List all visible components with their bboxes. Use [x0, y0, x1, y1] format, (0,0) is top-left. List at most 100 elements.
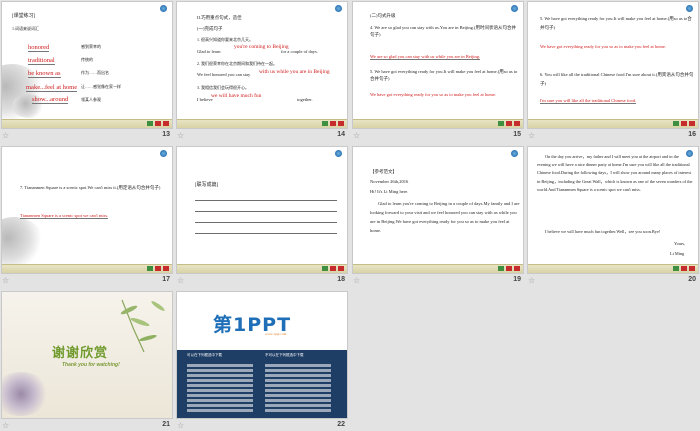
slide-21-canvas: 谢谢欣赏 Thank you for watching!: [2, 292, 172, 418]
writing-line: [195, 222, 337, 223]
slide-20-canvas: On the day you arrive，my father and I wi…: [528, 147, 698, 273]
favorite-star-icon[interactable]: ☆: [177, 421, 184, 430]
slide-13-header: [课堂练习]: [12, 14, 36, 19]
q4-prompt: 4. We are so glad you can stay with us.Y…: [370, 25, 516, 37]
ink-wash-decoration: [2, 217, 44, 269]
slide-number: 16: [688, 131, 696, 138]
slide-thumbnail-18[interactable]: [联写成篇] ☆ 18: [177, 147, 347, 289]
slide-footer-bar: [353, 264, 523, 273]
letter-sign-1: Yours,: [674, 241, 686, 246]
writing-line: [195, 200, 337, 201]
slide-thumbnail-13[interactable]: [课堂练习] 1.词语来说词汇 honored traditional be k…: [2, 2, 172, 144]
letter-body: Glad to learn you're coming to Beijing i…: [370, 201, 520, 233]
slide-15-canvas: (二)句式升级 4. We are so glad you can stay w…: [353, 2, 523, 128]
slide-22-canvas: 第1PPT www.1ppt.com 可以在下列框选中下载 不可以在下列框选中下…: [177, 292, 347, 418]
slide-15-sub: (二)句式升级: [370, 13, 396, 18]
slide-14-title: II.巧用重点句式，造佳: [197, 15, 242, 20]
slide-number: 15: [513, 131, 521, 138]
slide-number: 18: [337, 276, 345, 283]
favorite-star-icon[interactable]: ☆: [528, 131, 535, 140]
logo-icon: [335, 5, 342, 12]
letter-body: On the day you arrive，my father and I wi…: [537, 154, 693, 192]
logo-icon: [335, 150, 342, 157]
letter-greeting: Hi! It's Li Ming here.: [370, 189, 409, 194]
q1-line-a: Glad to learn: [197, 49, 221, 54]
blocked-link-list[interactable]: [265, 364, 331, 412]
slide-thumbnail-14[interactable]: II.巧用重点句式，造佳 (一)完成句子 1. 很高兴知道你要来北京几天。 yo…: [177, 2, 347, 144]
logo-icon: [160, 150, 167, 157]
vocab-cn-4: 让……感觉像在家一样: [81, 84, 121, 89]
letter-date: November 26th,2016: [370, 179, 409, 184]
thanks-subtitle: Thank you for watching!: [62, 362, 120, 368]
q1-prompt: 1. 很高兴知道你要来北京几天。: [197, 37, 253, 42]
slide-18-canvas: [联写成篇]: [177, 147, 347, 273]
slide-thumbnail-20[interactable]: On the day you arrive，my father and I wi…: [528, 147, 698, 289]
vocab-en-2: traditional: [28, 57, 55, 65]
allowed-label: 可以在下列框选中下载: [187, 353, 222, 357]
favorite-star-icon[interactable]: ☆: [177, 276, 184, 285]
slide-number: 13: [162, 131, 170, 138]
brand-url: www.1ppt.com: [265, 332, 287, 336]
vocab-en-4: make...feel at home: [26, 84, 78, 92]
slide-13-sub: 1.词语来说词汇: [12, 26, 39, 31]
slide-footer-bar: [2, 119, 172, 128]
logo-icon: [511, 150, 518, 157]
favorite-star-icon[interactable]: ☆: [353, 131, 360, 140]
vocab-cn-1: 感到荣幸的: [81, 44, 101, 49]
q3-line-b: together.: [297, 97, 313, 102]
blocked-label: 不可以在下列框选中下载: [265, 353, 304, 357]
q2-prompt: 2. 我们很荣幸你在北京期间和我们待在一起。: [197, 61, 277, 66]
favorite-star-icon[interactable]: ☆: [2, 131, 9, 140]
vocab-en-1: honored: [28, 44, 50, 52]
slide-thumbnail-16[interactable]: 5. We have got everything ready for you.…: [528, 2, 698, 144]
logo-icon: [160, 5, 167, 12]
favorite-star-icon[interactable]: ☆: [2, 421, 9, 430]
favorite-star-icon[interactable]: ☆: [177, 131, 184, 140]
slide-thumbnail-17[interactable]: 7. Tiananmen Square is a scenic spot.We …: [2, 147, 172, 289]
slide-footer-bar: [177, 119, 347, 128]
slide-16-canvas: 5. We have got everything ready for you.…: [528, 2, 698, 128]
slide-13-canvas: [课堂练习] 1.词语来说词汇 honored traditional be k…: [2, 2, 172, 128]
slide-footer-bar: [2, 264, 172, 273]
allowed-link-list[interactable]: [187, 364, 253, 412]
slide-thumbnail-19[interactable]: 【参考范文】 November 26th,2016 Hi! It's Li Mi…: [353, 147, 523, 289]
slide-17-canvas: 7. Tiananmen Square is a scenic spot.We …: [2, 147, 172, 273]
q4-answer: We are so glad you can stay with us whil…: [370, 54, 481, 60]
slide-thumbnail-22[interactable]: 第1PPT www.1ppt.com 可以在下列框选中下载 不可以在下列框选中下…: [177, 292, 347, 430]
q3-prompt: 3. 我相信我们会玩得很开心。: [197, 85, 249, 90]
letter-sign-2: Li Ming: [670, 251, 685, 256]
favorite-star-icon[interactable]: ☆: [2, 276, 9, 285]
vocab-en-3: be known as: [28, 70, 61, 78]
slide-number: 14: [337, 131, 345, 138]
q7-prompt: 7. Tiananmen Square is a scenic spot.We …: [20, 185, 161, 190]
favorite-star-icon[interactable]: ☆: [353, 276, 360, 285]
slide-number: 17: [162, 276, 170, 283]
slide-number: 20: [688, 276, 696, 283]
thanks-title: 谢谢欣赏: [52, 346, 109, 361]
q2-answer: with us while you are in Beijing: [259, 69, 330, 75]
slide-thumbnail-15[interactable]: (二)句式升级 4. We are so glad you can stay w…: [353, 2, 523, 144]
q3-line: I believe: [197, 97, 213, 102]
q3-answer: we will have much fun: [211, 93, 262, 99]
vocab-cn-3: 作为……而出名: [81, 70, 109, 75]
slide-footer-bar: [353, 119, 523, 128]
q2-line: We feel honored you can stay: [197, 72, 251, 77]
q5-answer: We have got everything ready for you so …: [540, 44, 666, 49]
q5-prompt: 5. We have got everything ready for you.…: [370, 69, 518, 81]
writing-line: [195, 211, 337, 212]
slide-footer-bar: [177, 264, 347, 273]
slide-14-sub: (一)完成句子: [197, 26, 223, 31]
q5-prompt: 5. We have got everything ready for you.…: [540, 16, 692, 30]
q5-answer: We have got everything ready for you so …: [370, 92, 496, 97]
q7-answer: Tiananmen Square is a scenic spot we can…: [20, 213, 109, 219]
logo-icon: [511, 5, 518, 12]
writing-line: [195, 233, 337, 234]
slide-footer-bar: [528, 264, 698, 273]
favorite-star-icon[interactable]: ☆: [528, 276, 535, 285]
q6-prompt: 6. You will like all the traditional Chi…: [540, 72, 694, 86]
slide-footer-bar: [528, 119, 698, 128]
slide-thumbnail-21[interactable]: 谢谢欣赏 Thank you for watching! ☆ 21: [2, 292, 172, 430]
vocab-en-5: show...around: [32, 96, 69, 104]
vocab-cn-5: 领某人参观: [81, 97, 101, 102]
slide-19-canvas: 【参考范文】 November 26th,2016 Hi! It's Li Mi…: [353, 147, 523, 273]
